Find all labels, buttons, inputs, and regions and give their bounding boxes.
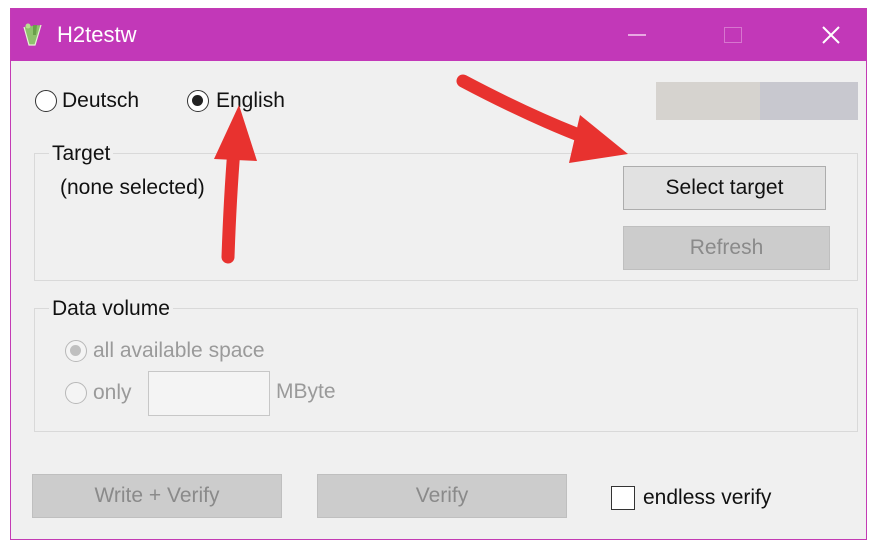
annotation-arrows [214, 74, 628, 264]
arrow-to-select-target-icon [456, 74, 628, 163]
h2testw-window: H2testw Deutsch English Target (none sel… [10, 8, 867, 540]
arrow-to-english-icon [214, 105, 257, 264]
